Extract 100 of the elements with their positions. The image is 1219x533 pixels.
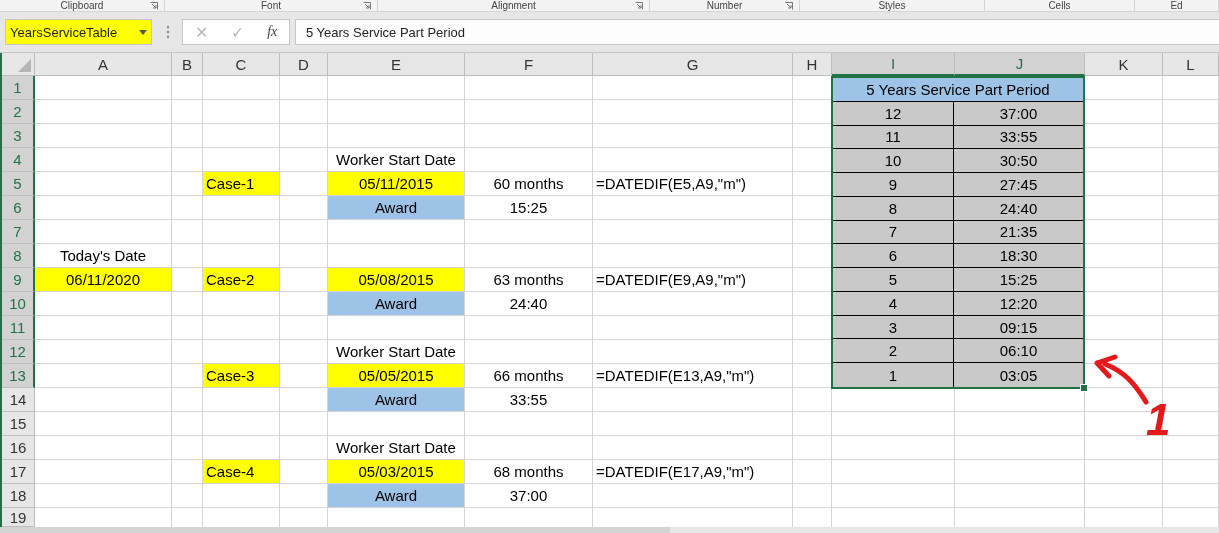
column-header[interactable]: G: [593, 53, 793, 76]
dropdown-icon[interactable]: [139, 29, 147, 35]
spreadsheet-cell[interactable]: 15:25: [465, 196, 592, 219]
table-cell: 5: [833, 268, 954, 292]
table-cell: 10: [833, 149, 954, 174]
table-cell: 09:15: [954, 315, 1083, 340]
formula-field[interactable]: 5 Years Service Part Period: [295, 19, 1219, 45]
column-header[interactable]: K: [1085, 53, 1163, 76]
table-title: 5 Years Service Part Period: [833, 78, 1083, 102]
spreadsheet-cell[interactable]: Worker Start Date: [328, 340, 464, 363]
table-cell: 24:40: [954, 196, 1083, 221]
column-header[interactable]: I: [832, 53, 955, 76]
spreadsheet-cell[interactable]: 05/05/2015: [328, 364, 464, 387]
spreadsheet-cell[interactable]: 05/11/2015: [328, 172, 464, 195]
spreadsheet-cell[interactable]: Award: [328, 388, 464, 411]
table-cell: 03:05: [954, 363, 1083, 387]
row-header[interactable]: 12: [2, 340, 35, 364]
spreadsheet-cell[interactable]: 63 months: [465, 268, 592, 291]
spreadsheet-cell[interactable]: =DATEDIF(E9,A9,"m"): [593, 268, 792, 291]
horizontal-scrollbar[interactable]: [0, 527, 670, 533]
spreadsheet-cell[interactable]: 33:55: [465, 388, 592, 411]
table-cell: 15:25: [954, 268, 1083, 292]
row-header[interactable]: 19: [2, 508, 35, 527]
table-cell: 21:35: [954, 220, 1083, 245]
table-cell: 1: [833, 363, 954, 387]
row-header[interactable]: 9: [2, 268, 35, 292]
table-cell: 9: [833, 173, 954, 197]
spreadsheet-cell[interactable]: Case-4: [203, 460, 279, 483]
row-header[interactable]: 14: [2, 388, 35, 412]
spreadsheet-cell[interactable]: =DATEDIF(E17,A9,"m"): [593, 460, 792, 483]
spreadsheet-cell[interactable]: 24:40: [465, 292, 592, 315]
ribbon-group-label: Font: [261, 0, 281, 11]
column-header[interactable]: D: [280, 53, 328, 76]
row-header[interactable]: 1: [2, 76, 35, 100]
table-cell: 12:20: [954, 291, 1083, 316]
column-header[interactable]: E: [328, 53, 465, 76]
ribbon-group-label: Clipboard: [60, 0, 104, 11]
row-header[interactable]: 5: [2, 172, 35, 196]
table-cell: 6: [833, 244, 954, 269]
spreadsheet-cell[interactable]: Case-3: [203, 364, 279, 387]
spreadsheet-cell[interactable]: Award: [328, 196, 464, 219]
dialog-launcher-icon[interactable]: [150, 2, 158, 10]
table-cell: 18:30: [954, 244, 1083, 269]
ribbon-group-label: Cells: [1048, 0, 1071, 11]
ribbon-group-label: Number: [706, 0, 743, 11]
table-cell: 3: [833, 315, 954, 340]
table-cell: 4: [833, 291, 954, 316]
spreadsheet-cell[interactable]: =DATEDIF(E5,A9,"m"): [593, 172, 792, 195]
table-cell: 27:45: [954, 173, 1083, 197]
name-box[interactable]: YearsServiceTable: [5, 19, 152, 45]
spreadsheet-cell[interactable]: Worker Start Date: [328, 436, 464, 459]
row-header[interactable]: 7: [2, 220, 35, 244]
spreadsheet-cell[interactable]: Award: [328, 292, 464, 315]
row-header[interactable]: 4: [2, 148, 35, 172]
column-header[interactable]: L: [1163, 53, 1219, 76]
column-header[interactable]: A: [35, 53, 172, 76]
spreadsheet-cell[interactable]: 66 months: [465, 364, 592, 387]
spreadsheet-cell[interactable]: Case-1: [203, 172, 279, 195]
spreadsheet-cell[interactable]: 37:00: [465, 484, 592, 507]
spreadsheet-cell[interactable]: 60 months: [465, 172, 592, 195]
row-header[interactable]: 10: [2, 292, 35, 316]
row-header[interactable]: 2: [2, 100, 35, 124]
dialog-launcher-icon[interactable]: [635, 2, 643, 10]
spreadsheet-cell[interactable]: 05/03/2015: [328, 460, 464, 483]
row-header[interactable]: 13: [2, 364, 35, 388]
column-header[interactable]: F: [465, 53, 593, 76]
dialog-launcher-icon[interactable]: [363, 2, 371, 10]
table-cell: 11: [833, 125, 954, 150]
table-cell: 33:55: [954, 125, 1083, 150]
column-header[interactable]: B: [172, 53, 203, 76]
spreadsheet-cell[interactable]: Worker Start Date: [328, 148, 464, 171]
row-header[interactable]: 16: [2, 436, 35, 460]
table-cell: 30:50: [954, 149, 1083, 174]
ribbon-group-label: Ed: [1170, 0, 1183, 11]
table-cell: 7: [833, 220, 954, 245]
spreadsheet-cell[interactable]: Today's Date: [35, 244, 171, 267]
row-header[interactable]: 17: [2, 460, 35, 484]
insert-function-button[interactable]: fx: [261, 24, 284, 40]
spreadsheet-cell[interactable]: Award: [328, 484, 464, 507]
table-cell: 06:10: [954, 339, 1083, 364]
row-header[interactable]: 11: [2, 316, 35, 340]
annotation-number: 1: [1146, 398, 1171, 442]
row-header[interactable]: 18: [2, 484, 35, 508]
spreadsheet-cell[interactable]: 68 months: [465, 460, 592, 483]
spreadsheet-cell[interactable]: 06/11/2020: [35, 268, 171, 291]
ribbon-group-label: Styles: [878, 0, 906, 11]
spreadsheet-cell[interactable]: 05/08/2015: [328, 268, 464, 291]
row-header[interactable]: 8: [2, 244, 35, 268]
row-header[interactable]: 15: [2, 412, 35, 436]
spreadsheet-cell[interactable]: =DATEDIF(E13,A9,"m"): [593, 364, 792, 387]
selected-range[interactable]: 5 Years Service Part Period 12 37:00 11 33:55 10 30:50 9 27:45 8 24:40 7 21:35 6 18:30 5 15:25 4 12:20 3 09:15 2 06:10 1 03:05: [831, 76, 1085, 389]
dialog-launcher-icon[interactable]: [785, 2, 793, 10]
column-header[interactable]: J: [955, 53, 1085, 76]
fill-handle[interactable]: [1080, 384, 1088, 392]
table-cell: 12: [833, 101, 954, 126]
column-header[interactable]: H: [793, 53, 832, 76]
row-header[interactable]: 3: [2, 124, 35, 148]
column-header[interactable]: C: [203, 53, 280, 76]
row-header[interactable]: 6: [2, 196, 35, 220]
spreadsheet-cell[interactable]: Case-2: [203, 268, 279, 291]
